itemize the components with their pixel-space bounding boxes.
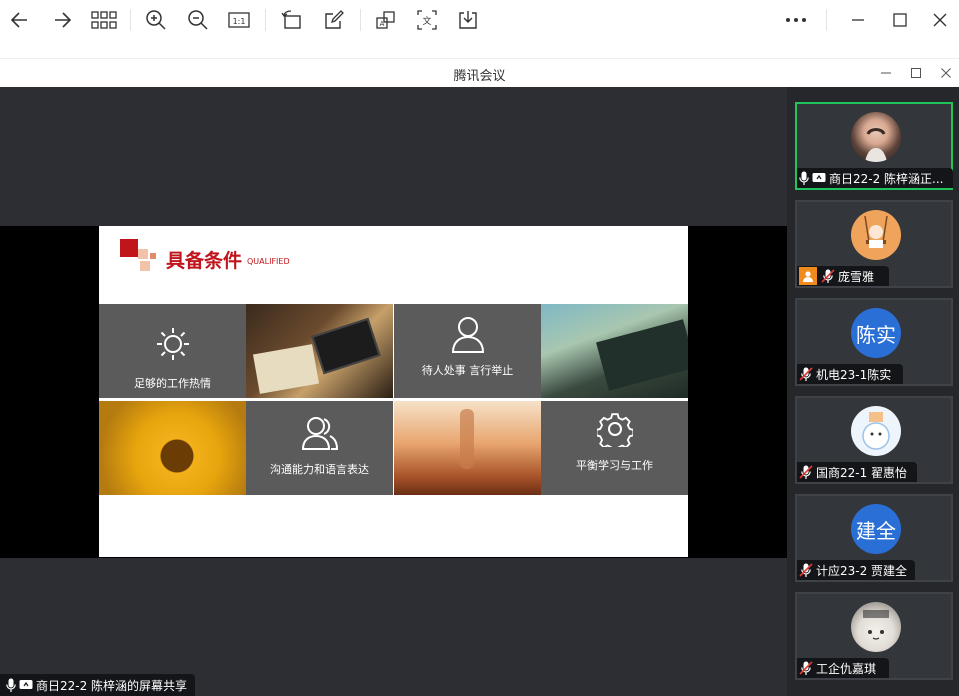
participant-card[interactable]: 庞雪雅: [795, 200, 953, 288]
mic-icon: [6, 678, 16, 692]
window-title: 腾讯会议: [453, 69, 506, 84]
gear-icon: [597, 413, 633, 447]
screen-share-label: 商日22-2 陈梓涵的屏幕共享: [36, 678, 188, 693]
participant-name: 庞雪雅: [838, 269, 875, 284]
download-icon[interactable]: [452, 4, 484, 36]
participant-name: 计应23-2 贾建全: [816, 563, 908, 578]
participant-card[interactable]: 陈实 机电23-1陈实: [795, 298, 953, 386]
svg-text:A: A: [380, 20, 385, 28]
actual-size-icon[interactable]: 1:1: [223, 4, 255, 36]
participant-namebar: 计应23-2 贾建全: [797, 560, 915, 580]
screen-share-status: 商日22-2 陈梓涵的屏幕共享: [0, 674, 196, 696]
tile-communication: 沟通能力和语言表达: [246, 401, 393, 495]
participant-card[interactable]: 国商22-1 翟惠怡: [795, 396, 953, 484]
tile-balance: 平衡学习与工作: [541, 401, 688, 495]
meeting-minimize-icon[interactable]: [876, 63, 896, 83]
avatar-text: 建全: [856, 518, 896, 543]
users-icon: [301, 417, 339, 450]
mic-icon: [799, 171, 809, 185]
user-icon: [451, 317, 485, 353]
zoom-in-icon[interactable]: [140, 4, 172, 36]
avatar: [851, 210, 901, 260]
tile-work-passion: 足够的工作热情: [99, 304, 246, 398]
avatar: [851, 602, 901, 652]
shared-slide: 具备条件 QUALIFIED 足够的工作热情 待人处事 言行举止 沟通能力和语言…: [99, 226, 688, 557]
avatar: [851, 406, 901, 456]
more-icon[interactable]: [780, 4, 812, 36]
mic-muted-icon: [799, 563, 813, 577]
tile-conduct: 待人处事 言行举止: [394, 304, 541, 398]
boat-photo: [541, 304, 688, 398]
road-photo: [394, 401, 541, 495]
svg-text:文: 文: [422, 15, 431, 27]
participant-name: 机电23-1陈实: [816, 367, 892, 382]
participant-namebar: 庞雪雅: [797, 266, 889, 286]
grid-icon[interactable]: [88, 4, 120, 36]
image-viewer-toolbar: 1:1 A 文: [0, 0, 959, 40]
participant-card[interactable]: 工企仇嘉琪: [795, 592, 953, 680]
participant-card[interactable]: 建全 计应23-2 贾建全: [795, 494, 953, 582]
screen-share-icon: [812, 172, 826, 184]
meeting-close-icon[interactable]: [936, 63, 956, 83]
participant-namebar: 商日22-2 陈梓涵正...: [797, 168, 953, 188]
back-icon[interactable]: [4, 4, 36, 36]
participant-name: 商日22-2 陈梓涵正...: [829, 171, 944, 186]
tile-label: 足够的工作热情: [134, 377, 211, 390]
participant-namebar: 机电23-1陈实: [797, 364, 903, 384]
flower-photo: [99, 401, 246, 495]
meeting-maximize-icon[interactable]: [906, 63, 926, 83]
rotate-icon[interactable]: [276, 4, 308, 36]
tile-label: 平衡学习与工作: [576, 459, 653, 472]
svg-text:1:1: 1:1: [233, 17, 246, 26]
avatar: 建全: [851, 504, 901, 554]
avatar: 陈实: [851, 308, 901, 358]
participant-sidebar: 商日22-2 陈梓涵正... 庞雪雅 陈实 机电23-1陈实 国商22-1 翟惠…: [787, 87, 959, 696]
host-icon: [799, 267, 817, 285]
avatar-text: 陈实: [856, 322, 896, 347]
slide-subtitle: QUALIFIED: [247, 257, 290, 266]
slide-title: 具备条件: [166, 250, 243, 272]
maximize-icon[interactable]: [884, 4, 916, 36]
screen-share-icon: [19, 679, 33, 691]
mic-muted-icon: [799, 465, 813, 479]
mic-muted-icon: [821, 269, 835, 283]
tile-label: 沟通能力和语言表达: [270, 463, 369, 476]
sun-icon: [157, 328, 189, 360]
desk-photo: [246, 304, 393, 398]
participant-name: 国商22-1 翟惠怡: [816, 465, 908, 480]
edit-icon[interactable]: [318, 4, 350, 36]
mic-muted-icon: [799, 661, 813, 675]
meeting-title-bar: 腾讯会议: [0, 58, 959, 86]
shared-screen-area: 具备条件 QUALIFIED 足够的工作热情 待人处事 言行举止 沟通能力和语言…: [0, 87, 787, 696]
close-icon[interactable]: [924, 4, 956, 36]
participant-namebar: 工企仇嘉琪: [797, 658, 889, 678]
slide-logo-squares: [120, 239, 156, 271]
participant-name: 工企仇嘉琪: [816, 661, 877, 676]
participant-card[interactable]: 商日22-2 陈梓涵正...: [795, 102, 953, 190]
minimize-icon[interactable]: [842, 4, 874, 36]
ocr-icon[interactable]: A: [370, 4, 402, 36]
participant-namebar: 国商22-1 翟惠怡: [797, 462, 917, 482]
forward-icon[interactable]: [46, 4, 78, 36]
zoom-out-icon[interactable]: [182, 4, 214, 36]
mic-muted-icon: [799, 367, 813, 381]
translate-icon[interactable]: 文: [411, 4, 443, 36]
avatar: [851, 112, 901, 162]
tile-label: 待人处事 言行举止: [421, 364, 514, 377]
